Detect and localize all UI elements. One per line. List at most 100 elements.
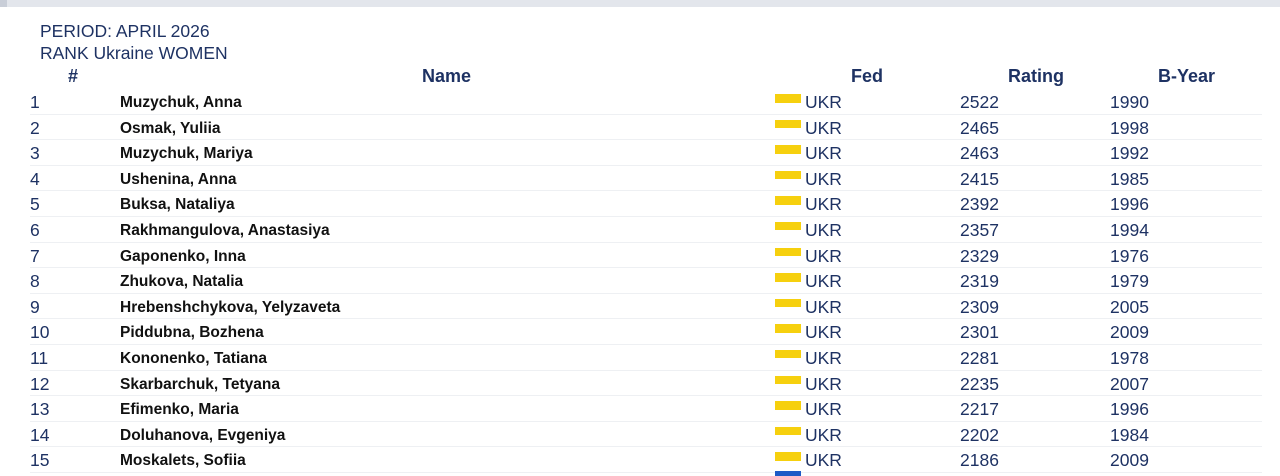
birth-year-cell: 1998 bbox=[1110, 117, 1149, 138]
ukraine-flag-icon bbox=[775, 449, 801, 466]
federation-cell: UKR bbox=[805, 271, 842, 292]
ukraine-flag-icon bbox=[775, 321, 801, 338]
rating-cell: 2463 bbox=[960, 143, 999, 164]
rating-cell: 2217 bbox=[960, 399, 999, 420]
rating-cell: 2465 bbox=[960, 117, 999, 138]
ranking-table: 1 Muzychuk, Anna UKR 2522 1990 2 Osmak, Yuliia… bbox=[0, 89, 1280, 473]
flag-yellow-stripe bbox=[775, 247, 801, 257]
federation-cell: UKR bbox=[805, 450, 842, 471]
player-name-link[interactable]: Doluhanova, Evgeniya bbox=[120, 426, 285, 446]
rank-cell: 12 bbox=[30, 373, 50, 394]
federation-cell: UKR bbox=[805, 322, 842, 343]
top-bar-mark bbox=[0, 0, 7, 7]
player-name-link[interactable]: Efimenko, Maria bbox=[120, 400, 239, 420]
rank-cell: 11 bbox=[30, 347, 49, 368]
player-name-link[interactable]: Hrebenshchykova, Yelyzaveta bbox=[120, 298, 340, 318]
rank-cell: 4 bbox=[30, 168, 40, 189]
ukraine-flag-icon bbox=[775, 424, 801, 441]
rank-cell: 14 bbox=[30, 424, 50, 445]
federation-cell: UKR bbox=[805, 424, 842, 445]
flag-yellow-stripe bbox=[775, 401, 801, 410]
table-row[interactable]: 11 Kononenko, Tatiana UKR 2281 1978 bbox=[30, 345, 1262, 371]
column-header-name[interactable]: Name bbox=[422, 66, 471, 87]
player-name-link[interactable]: Kononenko, Tatiana bbox=[120, 349, 267, 369]
federation-cell: UKR bbox=[805, 399, 842, 420]
flag-yellow-stripe bbox=[775, 221, 801, 231]
player-name-link[interactable]: Muzychuk, Anna bbox=[120, 93, 242, 113]
table-row[interactable]: 15 Moskalets, Sofiia UKR 2186 2009 bbox=[30, 447, 1262, 473]
rating-cell: 2301 bbox=[960, 322, 999, 343]
player-name-link[interactable]: Moskalets, Sofiia bbox=[120, 451, 246, 471]
rating-cell: 2235 bbox=[960, 373, 999, 394]
birth-year-cell: 1984 bbox=[1110, 424, 1149, 445]
player-name-link[interactable]: Rakhmangulova, Anastasiya bbox=[120, 221, 330, 241]
column-header-rank[interactable]: # bbox=[68, 66, 78, 87]
player-name-link[interactable]: Osmak, Yuliia bbox=[120, 119, 221, 139]
player-name-link[interactable]: Piddubna, Bozhena bbox=[120, 323, 264, 343]
birth-year-cell: 1979 bbox=[1110, 271, 1149, 292]
player-name-link[interactable]: Skarbarchuk, Tetyana bbox=[120, 375, 280, 395]
rating-cell: 2186 bbox=[960, 450, 999, 471]
player-name-link[interactable]: Gaponenko, Inna bbox=[120, 247, 246, 267]
rank-cell: 5 bbox=[30, 194, 40, 215]
rank-cell: 6 bbox=[30, 219, 40, 240]
federation-cell: UKR bbox=[805, 194, 842, 215]
column-header-rating[interactable]: Rating bbox=[1008, 66, 1064, 87]
flag-yellow-stripe bbox=[775, 298, 801, 308]
table-row[interactable]: 4 Ushenina, Anna UKR 2415 1985 bbox=[30, 166, 1262, 192]
flag-yellow-stripe bbox=[775, 452, 801, 461]
table-row[interactable]: 2 Osmak, Yuliia UKR 2465 1998 bbox=[30, 115, 1262, 141]
rating-cell: 2202 bbox=[960, 424, 999, 445]
table-row[interactable]: 5 Buksa, Nataliya UKR 2392 1996 bbox=[30, 191, 1262, 217]
rating-cell: 2329 bbox=[960, 245, 999, 266]
rank-cell: 9 bbox=[30, 296, 40, 317]
birth-year-cell: 2009 bbox=[1110, 450, 1149, 471]
player-name-link[interactable]: Zhukova, Natalia bbox=[120, 272, 243, 292]
flag-yellow-stripe bbox=[775, 94, 801, 103]
table-row[interactable]: 12 Skarbarchuk, Tetyana UKR 2235 2007 bbox=[30, 371, 1262, 397]
rank-cell: 7 bbox=[30, 245, 40, 266]
ukraine-flag-icon bbox=[775, 347, 801, 364]
birth-year-cell: 1985 bbox=[1110, 168, 1149, 189]
table-row[interactable]: 10 Piddubna, Bozhena UKR 2301 2009 bbox=[30, 319, 1262, 345]
rank-cell: 3 bbox=[30, 143, 40, 164]
table-row[interactable]: 13 Efimenko, Maria UKR 2217 1996 bbox=[30, 396, 1262, 422]
table-row[interactable]: 3 Muzychuk, Mariya UKR 2463 1992 bbox=[30, 140, 1262, 166]
rank-cell: 8 bbox=[30, 271, 40, 292]
ukraine-flag-icon bbox=[775, 471, 801, 476]
rank-title: RANK Ukraine WOMEN bbox=[40, 43, 228, 63]
rank-cell: 15 bbox=[30, 450, 50, 471]
rating-cell: 2357 bbox=[960, 219, 999, 240]
rating-cell: 2281 bbox=[960, 347, 999, 368]
rank-cell: 13 bbox=[30, 399, 50, 420]
birth-year-cell: 1976 bbox=[1110, 245, 1149, 266]
birth-year-cell: 2007 bbox=[1110, 373, 1149, 394]
federation-cell: UKR bbox=[805, 373, 842, 394]
ukraine-flag-icon bbox=[775, 219, 801, 236]
birth-year-cell: 2009 bbox=[1110, 322, 1149, 343]
rating-cell: 2415 bbox=[960, 168, 999, 189]
column-header-byear[interactable]: B-Year bbox=[1158, 66, 1215, 87]
flag-yellow-stripe bbox=[775, 119, 801, 129]
ukraine-flag-icon bbox=[775, 245, 801, 262]
top-bar bbox=[0, 0, 1280, 7]
table-row[interactable]: 1 Muzychuk, Anna UKR 2522 1990 bbox=[30, 89, 1262, 115]
ukraine-flag-icon bbox=[775, 373, 801, 390]
table-row[interactable]: 9 Hrebenshchykova, Yelyzaveta UKR 2309 2005 bbox=[30, 294, 1262, 320]
table-row[interactable]: 14 Doluhanova, Evgeniya UKR 2202 1984 bbox=[30, 422, 1262, 448]
table-row[interactable]: 6 Rakhmangulova, Anastasiya UKR 2357 1994 bbox=[30, 217, 1262, 243]
player-name-link[interactable]: Buksa, Nataliya bbox=[120, 195, 235, 215]
player-name-link[interactable]: Ushenina, Anna bbox=[120, 170, 237, 190]
player-name-link[interactable]: Muzychuk, Mariya bbox=[120, 144, 253, 164]
column-header-fed[interactable]: Fed bbox=[851, 66, 883, 87]
birth-year-cell: 1994 bbox=[1110, 219, 1149, 240]
flag-yellow-stripe bbox=[775, 375, 801, 385]
table-row[interactable]: 8 Zhukova, Natalia UKR 2319 1979 bbox=[30, 268, 1262, 294]
flag-yellow-stripe bbox=[775, 196, 801, 205]
ukraine-flag-icon bbox=[775, 142, 801, 159]
table-row[interactable]: 7 Gaponenko, Inna UKR 2329 1976 bbox=[30, 243, 1262, 269]
birth-year-cell: 1996 bbox=[1110, 194, 1149, 215]
ukraine-flag-icon bbox=[775, 193, 801, 210]
ukraine-flag-icon bbox=[775, 91, 801, 108]
birth-year-cell: 1978 bbox=[1110, 347, 1149, 368]
